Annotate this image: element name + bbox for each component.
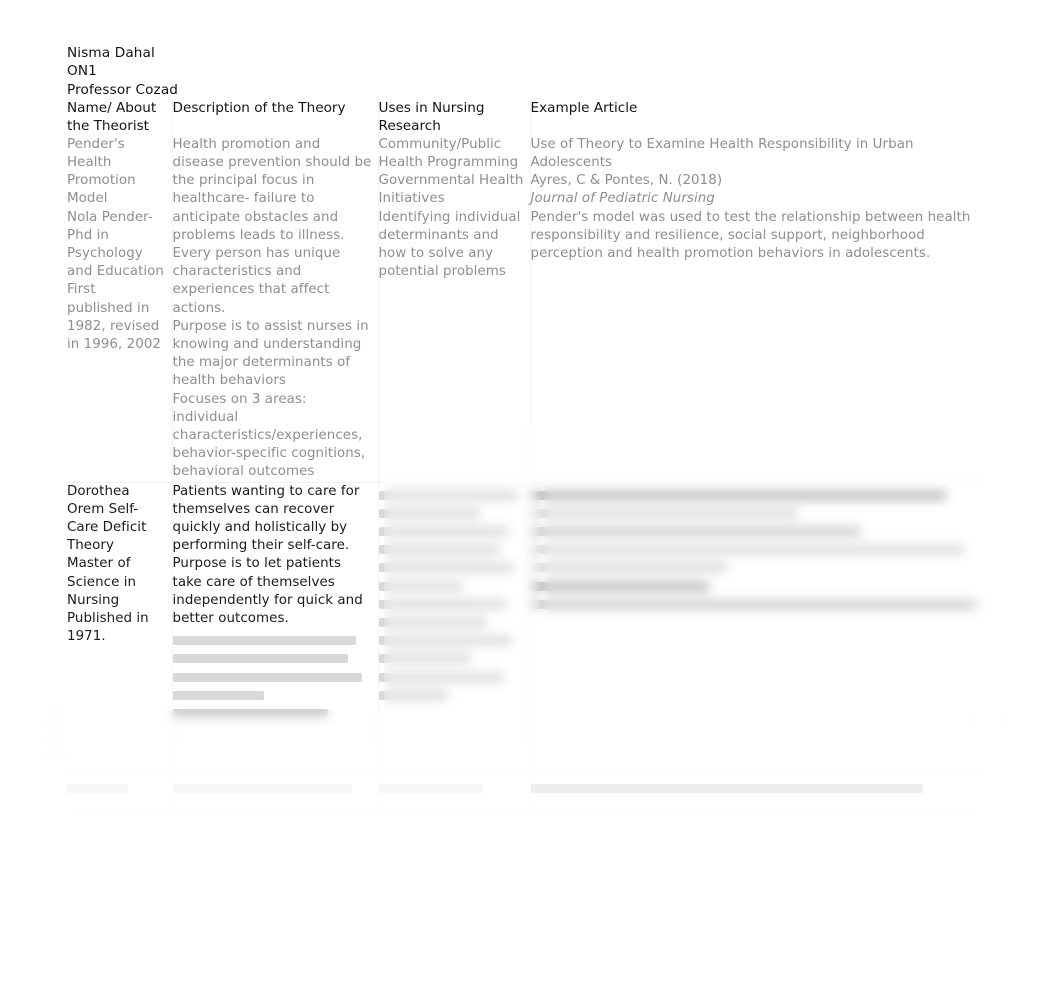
page-fade-left: [0, 0, 70, 1001]
column-header-description-label: Description of the Theory: [172, 100, 346, 116]
column-header-name-about-label: Name/ About the Theorist: [67, 100, 157, 135]
theory-name: Pender's Health Promotion Model: [67, 136, 136, 207]
description-point-1: Health promotion and disease prevention …: [172, 136, 372, 243]
cell-name-about-row3-blurred: [67, 773, 173, 811]
cell-uses-row3-blurred: [378, 773, 531, 811]
cell-description-orem: Patients wanting to care for themselves …: [172, 482, 379, 774]
cell-uses-orem-blurred: [378, 482, 531, 774]
description-point-3: Purpose is to assist nurses in knowing a…: [172, 318, 369, 389]
document-heading: Nisma Dahal ON1 Professor Cozad: [67, 44, 487, 99]
heading-line-student-name: Nisma Dahal: [67, 45, 155, 61]
cell-description-pender: Health promotion and disease prevention …: [172, 135, 379, 483]
table-header-row: Name/ About the Theorist Description of …: [67, 99, 983, 136]
publication-history: First published in 1982, revised in 1996…: [67, 282, 162, 353]
heading-line-course: ON1: [67, 63, 97, 80]
column-header-uses-label: Uses in Nursing Research: [378, 100, 485, 135]
cell-description-row3-blurred: [172, 773, 379, 811]
column-header-name-about: Name/ About the Theorist: [67, 99, 173, 136]
use-point-3: Identifying individual determinants and …: [378, 209, 521, 280]
table-row: Dorothea Orem Self-Care Deficit Theory M…: [67, 482, 983, 774]
theorist-credentials: Nola Pender- Phd in Psychology and Educa…: [67, 209, 164, 280]
article-journal: Journal of Pediatric Nursing: [530, 191, 715, 207]
nursing-theory-table: Name/ About the Theorist Description of …: [67, 99, 983, 811]
heading-line-professor: Professor Cozad: [67, 81, 179, 98]
use-point-1: Community/Public Health Programming: [378, 136, 519, 171]
cell-name-about-orem: Dorothea Orem Self-Care Deficit Theory M…: [67, 482, 173, 774]
use-point-2: Governmental Health Initiatives: [378, 173, 524, 207]
cell-example-article-row3-blurred: [530, 773, 983, 811]
blurred-uses-content: [378, 483, 524, 700]
article-authors: Ayres, C & Pontes, N. (2018): [530, 173, 723, 189]
column-header-description: Description of the Theory: [172, 99, 379, 136]
table-row: Pender's Health Promotion Model Nola Pen…: [67, 135, 983, 483]
cell-uses-pender: Community/Public Health Programming Gove…: [378, 135, 531, 483]
theory-name: Dorothea Orem Self-Care Deficit Theory: [67, 483, 147, 554]
description-point-4: Focuses on 3 areas: individual character…: [172, 391, 366, 480]
description-point-1: Patients wanting to care for themselves …: [172, 483, 360, 554]
article-summary: Pender's model was used to test the rela…: [530, 209, 971, 262]
column-header-example-article: Example Article: [530, 99, 983, 136]
description-point-2: Purpose is to let patients take care of …: [172, 556, 363, 627]
cell-example-article-orem-blurred: [530, 482, 983, 774]
cell-example-article-pender: Use of Theory to Examine Health Responsi…: [530, 135, 983, 483]
column-header-uses: Uses in Nursing Research: [378, 99, 531, 136]
theorist-credentials: Master of Science in Nursing: [67, 556, 137, 608]
blurred-description-remainder: [172, 628, 372, 719]
description-point-2: Every person has unique characteristics …: [172, 246, 341, 316]
publication-history: Published in 1971.: [67, 611, 149, 645]
column-header-example-article-label: Example Article: [530, 100, 638, 116]
document-page: Nisma Dahal ON1 Professor Cozad Name/ Ab…: [0, 0, 1062, 1001]
blurred-example-article-content: [530, 483, 977, 609]
cell-name-about-pender: Pender's Health Promotion Model Nola Pen…: [67, 135, 173, 483]
article-title: Use of Theory to Examine Health Responsi…: [530, 136, 914, 171]
table-row: [67, 773, 983, 811]
